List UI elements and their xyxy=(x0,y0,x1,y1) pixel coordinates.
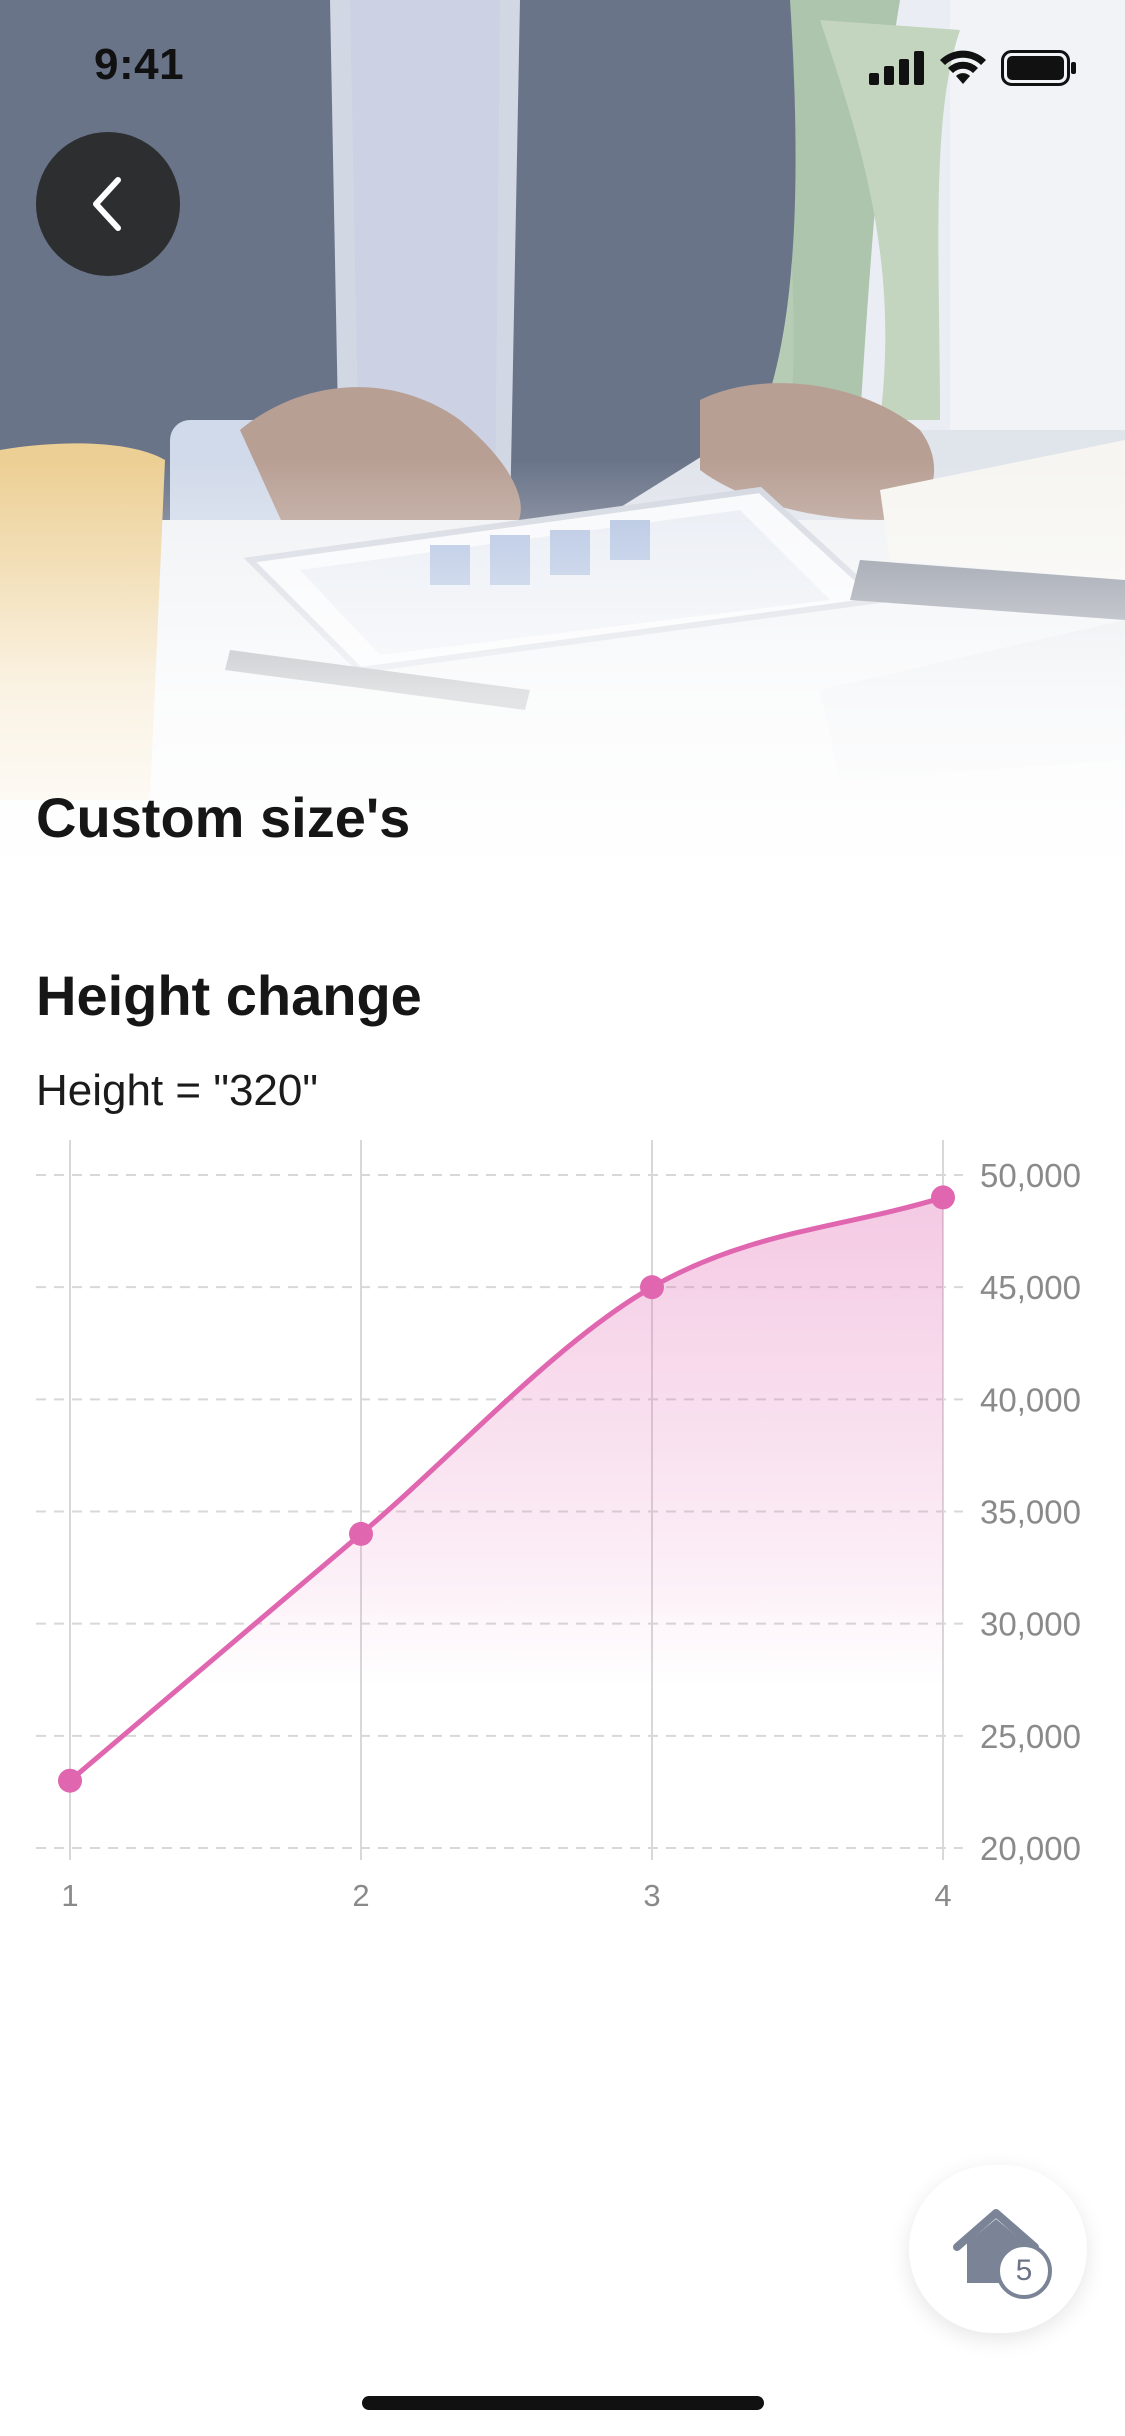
chevron-left-icon xyxy=(93,177,121,231)
chart-x-tick-labels: 1 2 3 4 xyxy=(61,1878,951,1913)
x-tick-label: 4 xyxy=(934,1878,951,1913)
x-tick-label: 2 xyxy=(352,1878,369,1913)
data-point-2 xyxy=(349,1521,373,1546)
data-point-1 xyxy=(58,1768,82,1793)
battery-icon xyxy=(1001,50,1076,86)
y-tick-label: 25,000 xyxy=(980,1718,1081,1755)
back-button[interactable] xyxy=(36,132,180,276)
y-tick-label: 50,000 xyxy=(980,1157,1081,1194)
y-tick-label: 30,000 xyxy=(980,1606,1081,1643)
status-time: 9:41 xyxy=(94,40,185,89)
x-tick-label: 3 xyxy=(643,1878,660,1913)
status-icons xyxy=(869,50,1077,86)
status-bar: 9:41 xyxy=(0,0,1125,140)
section-title: Height change xyxy=(36,964,422,1027)
y-tick-label: 40,000 xyxy=(980,1381,1081,1418)
home-indicator xyxy=(362,2396,764,2410)
data-point-3 xyxy=(640,1275,664,1300)
y-tick-label: 20,000 xyxy=(980,1830,1081,1867)
data-point-4 xyxy=(931,1185,955,1210)
section-subtitle: Height = "320" xyxy=(36,1066,318,1115)
y-tick-label: 45,000 xyxy=(980,1269,1081,1306)
home-badge: 5 xyxy=(996,2243,1052,2299)
chart-area-fill xyxy=(70,1197,943,1848)
home-button[interactable]: 5 xyxy=(909,2165,1087,2333)
area-chart: 50,000 45,000 40,000 35,000 30,000 25,000 20,0… xyxy=(0,1130,1125,1930)
wifi-icon xyxy=(940,50,986,84)
x-tick-label: 1 xyxy=(61,1878,78,1913)
page-title: Custom size's xyxy=(36,786,411,849)
chart-y-tick-labels: 50,000 45,000 40,000 35,000 30,000 25,000 20,0… xyxy=(980,1157,1081,1867)
y-tick-label: 35,000 xyxy=(980,1494,1081,1531)
cellular-signal-icon xyxy=(869,51,924,85)
